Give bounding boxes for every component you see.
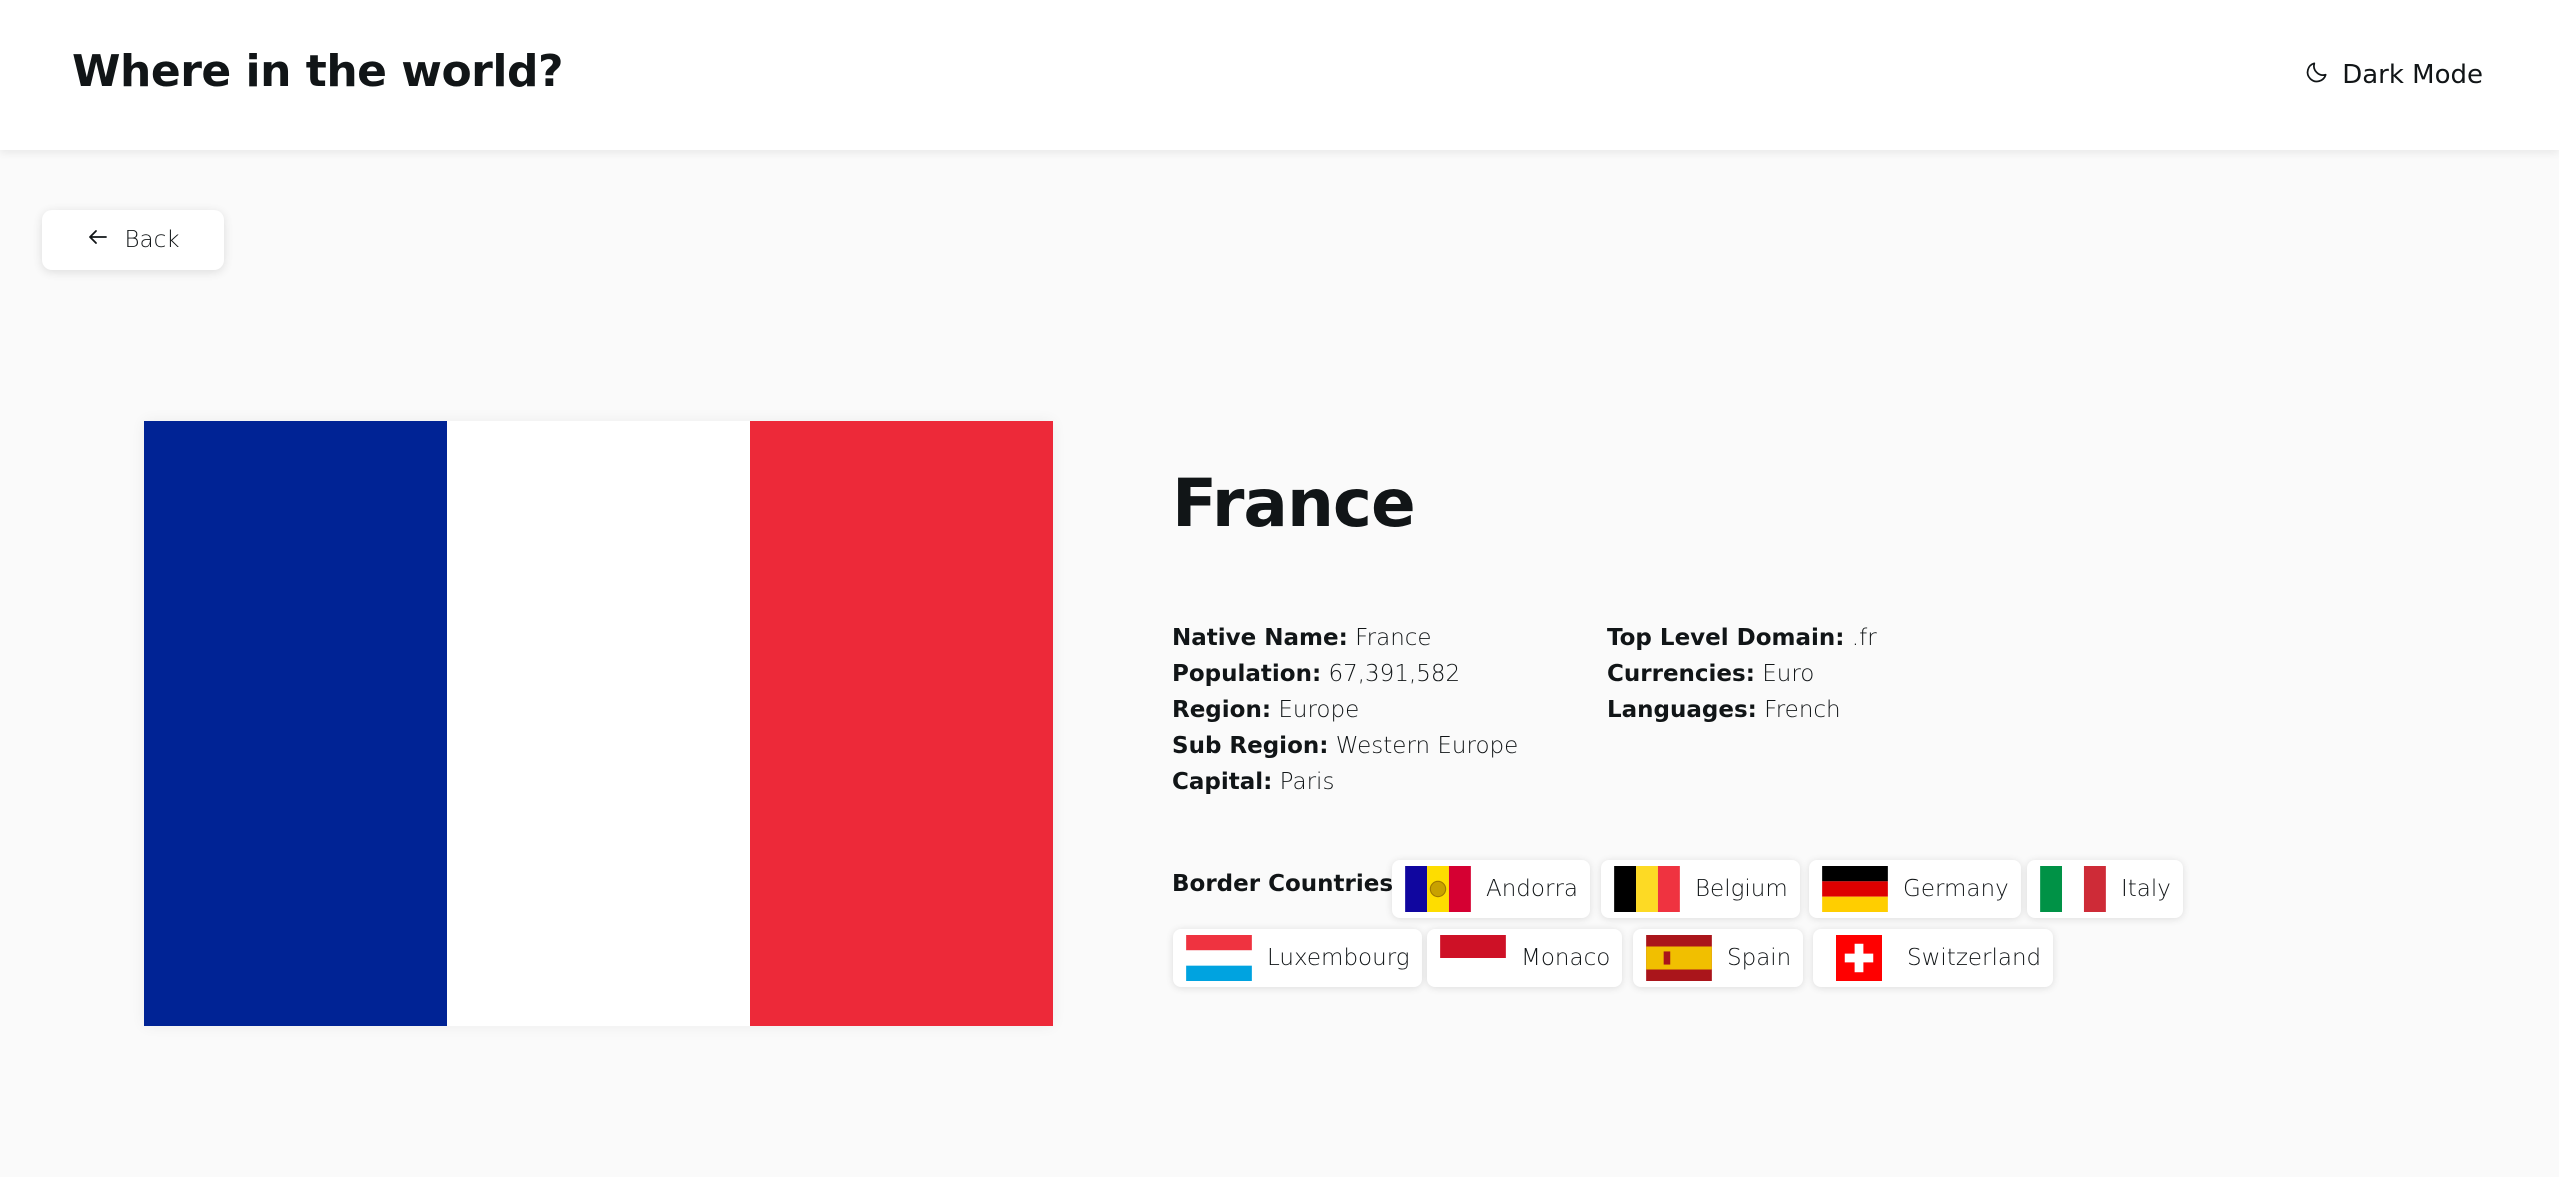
border-chip-luxembourg[interactable]: Luxembourg: [1173, 929, 1422, 987]
capital-value: Paris: [1279, 769, 1335, 795]
border-chip-belgium[interactable]: Belgium: [1601, 860, 1800, 918]
italy-flag-icon: [2040, 866, 2106, 912]
andorra-flag-icon: [1405, 866, 1471, 912]
top-header: Where in the world? Dark Mode: [0, 0, 2559, 150]
languages-row: Languages: French: [1607, 692, 1877, 728]
detail-label: Population:: [1172, 661, 1322, 687]
detail-label: Native Name:: [1172, 625, 1348, 651]
detail-label: Top Level Domain:: [1607, 625, 1845, 651]
border-chip-germany[interactable]: Germany: [1809, 860, 2021, 918]
border-chip-andorra[interactable]: Andorra: [1392, 860, 1590, 918]
chip-label: Luxembourg: [1267, 945, 1410, 971]
detail-label: Currencies:: [1607, 661, 1755, 687]
chip-label: Belgium: [1695, 876, 1788, 902]
detail-label: Sub Region:: [1172, 733, 1329, 759]
dark-mode-toggle[interactable]: Dark Mode: [2304, 56, 2483, 94]
tld-row: Top Level Domain: .fr: [1607, 620, 1877, 656]
moon-icon: [2304, 59, 2330, 92]
back-label: Back: [124, 227, 180, 253]
sub-region-row: Sub Region: Western Europe: [1172, 728, 1518, 764]
border-chip-italy[interactable]: Italy: [2027, 860, 2183, 918]
dark-mode-label: Dark Mode: [2342, 60, 2483, 90]
population-row: Population: 67,391,582: [1172, 656, 1518, 692]
belgium-flag-icon: [1614, 866, 1680, 912]
border-chip-switzerland[interactable]: Switzerland: [1813, 929, 2054, 987]
switzerland-flag-icon: [1826, 935, 1892, 981]
capital-row: Capital: Paris: [1172, 764, 1518, 800]
country-flag: [144, 421, 1053, 1026]
population-value: 67,391,582: [1328, 661, 1461, 687]
chip-label: Germany: [1903, 876, 2009, 902]
sub-region-value: Western Europe: [1335, 733, 1519, 759]
chip-label: Andorra: [1486, 876, 1578, 902]
chip-label: Italy: [2121, 876, 2171, 902]
country-name: France: [1172, 465, 1416, 542]
languages-value: French: [1764, 697, 1841, 723]
luxembourg-flag-icon: [1186, 935, 1252, 981]
border-chip-monaco[interactable]: Monaco: [1427, 929, 1623, 987]
border-chip-spain[interactable]: Spain: [1633, 929, 1804, 987]
detail-label: Region:: [1172, 697, 1272, 723]
native-name-row: Native Name: France: [1172, 620, 1518, 656]
chip-label: Switzerland: [1907, 945, 2042, 971]
app-title: Where in the world?: [72, 46, 563, 97]
currencies-row: Currencies: Euro: [1607, 656, 1877, 692]
native-name-value: France: [1355, 625, 1432, 651]
back-button[interactable]: Back: [42, 210, 224, 270]
region-value: Europe: [1278, 697, 1360, 723]
detail-label: Languages:: [1607, 697, 1757, 723]
chip-label: Spain: [1727, 945, 1792, 971]
spain-flag-icon: [1646, 935, 1712, 981]
germany-flag-icon: [1822, 866, 1888, 912]
chip-label: Monaco: [1521, 945, 1611, 971]
border-countries-label: Border Countries:: [1172, 871, 1403, 897]
country-details-secondary: Top Level Domain: .fr Currencies: Euro L…: [1607, 620, 1877, 728]
region-row: Region: Europe: [1172, 692, 1518, 728]
tld-value: .fr: [1851, 625, 1877, 651]
arrow-left-icon: [86, 225, 110, 255]
currencies-value: Euro: [1762, 661, 1815, 687]
detail-label: Capital:: [1172, 769, 1273, 795]
country-details-primary: Native Name: France Population: 67,391,5…: [1172, 620, 1518, 800]
monaco-flag-icon: [1440, 935, 1506, 981]
